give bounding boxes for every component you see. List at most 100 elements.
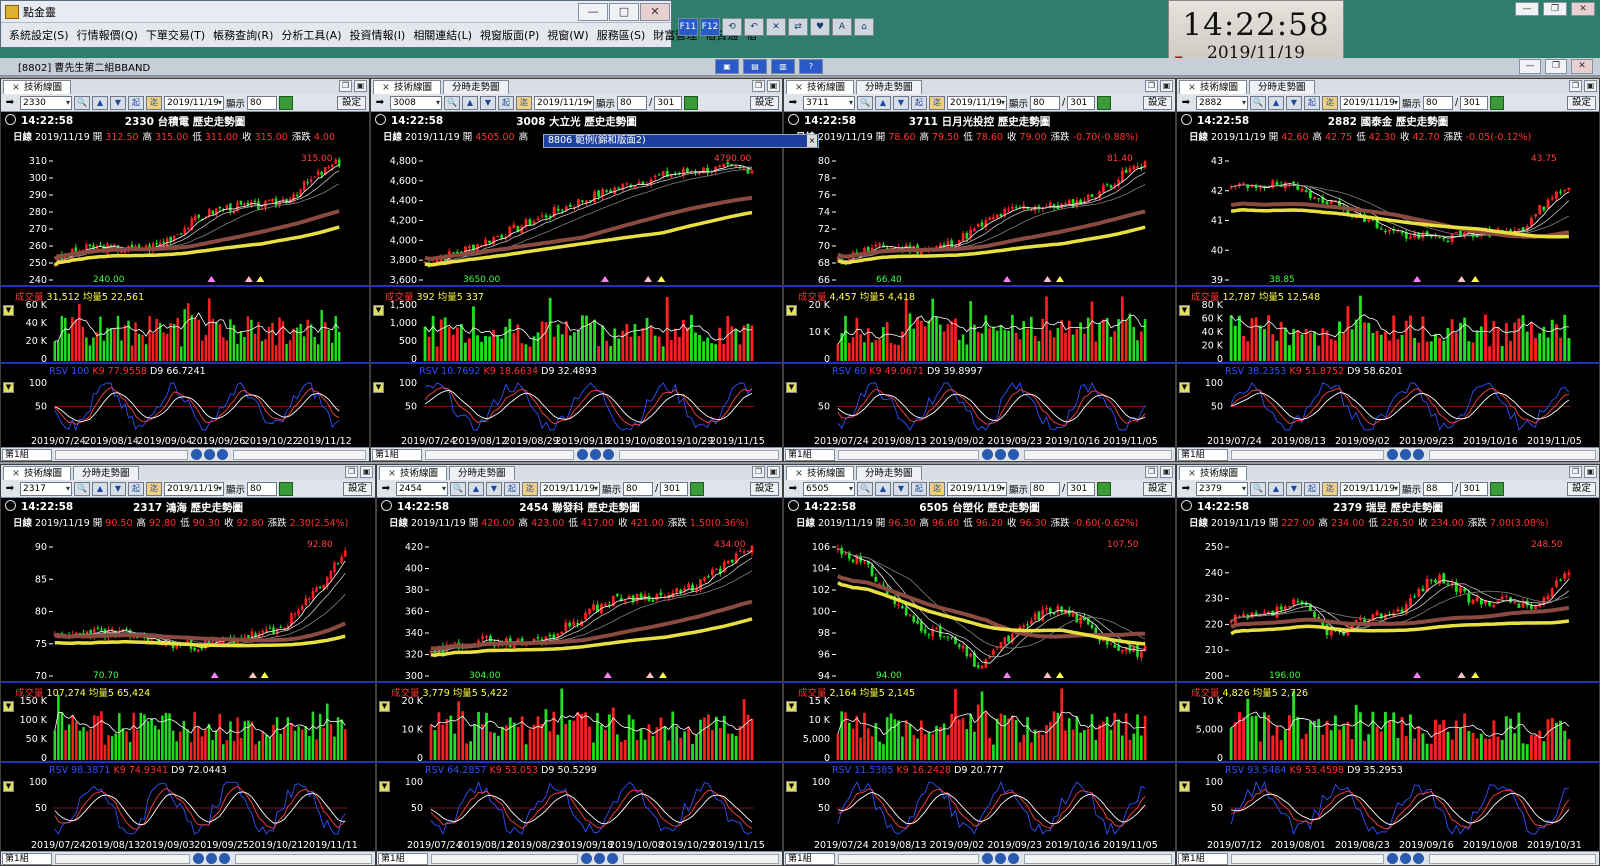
end-button[interactable]: 迄 <box>146 95 162 110</box>
range-scrollbar[interactable] <box>623 853 779 864</box>
menu-item[interactable]: 下單交易(T) <box>142 27 209 43</box>
stock-code-combo[interactable]: 6505 <box>803 481 855 496</box>
panel-close-icon[interactable]: ▣ <box>1160 466 1173 478</box>
link-arrow-icon[interactable]: ➡ <box>2 97 18 108</box>
start-button[interactable]: 起 <box>498 95 514 110</box>
close-button[interactable]: ✕ <box>640 2 670 21</box>
link-arrow-icon[interactable]: ➡ <box>1178 483 1194 494</box>
kd-menu-icon[interactable]: ▼ <box>786 382 797 393</box>
horizontal-scrollbar[interactable] <box>838 449 979 460</box>
volume-menu-icon[interactable]: ▼ <box>1179 701 1190 712</box>
menu-item[interactable]: 系統設定(S) <box>5 27 73 43</box>
minimize-button[interactable]: — <box>578 2 608 21</box>
settings-button[interactable]: 設定 <box>749 481 779 496</box>
panel-close-icon[interactable]: ▣ <box>1160 80 1173 92</box>
down-arrow-icon[interactable]: ▼ <box>110 481 126 496</box>
zoom-in-icon[interactable] <box>594 853 605 864</box>
end-button[interactable]: 迄 <box>929 95 945 110</box>
home-icon[interactable]: ⌂ <box>854 18 874 36</box>
settings-button[interactable]: 設定 <box>1142 95 1172 110</box>
link-arrow-icon[interactable]: ➡ <box>378 483 394 494</box>
link-arrow-icon[interactable]: ➡ <box>2 483 18 494</box>
excel-icon[interactable] <box>1490 95 1505 110</box>
menu-item[interactable]: 投資情報(I) <box>345 27 409 43</box>
down-arrow-icon[interactable]: ▼ <box>110 95 126 110</box>
end-button[interactable]: 迄 <box>929 481 945 496</box>
menu-item[interactable]: 帳務查詢(R) <box>209 27 277 43</box>
excel-icon[interactable] <box>279 481 294 496</box>
start-button[interactable]: 起 <box>128 95 144 110</box>
excel-icon[interactable] <box>279 95 294 110</box>
kd-menu-icon[interactable]: ▼ <box>3 781 14 792</box>
panel-restore-icon[interactable]: ❐ <box>752 466 765 478</box>
search-icon[interactable]: 🔍 <box>74 481 90 496</box>
stock-code-combo[interactable]: 3008 <box>390 95 442 110</box>
tab-intraday[interactable]: 分時走勢圖 <box>442 80 509 94</box>
start-button[interactable]: 起 <box>911 481 927 496</box>
end-button[interactable]: 迄 <box>1322 95 1338 110</box>
volume-menu-icon[interactable]: ▼ <box>786 305 797 316</box>
horizontal-scrollbar[interactable] <box>838 853 979 864</box>
up-arrow-icon[interactable]: ▲ <box>462 95 478 110</box>
start-button[interactable]: 起 <box>504 481 520 496</box>
settings-button[interactable]: 設定 <box>749 95 779 110</box>
display-count-field[interactable]: 80 <box>617 95 648 110</box>
start-button[interactable]: 起 <box>1304 95 1320 110</box>
zoom-in-icon[interactable] <box>995 449 1006 460</box>
panel-restore-icon[interactable]: ❐ <box>339 80 352 92</box>
close-all-icon[interactable]: ✕ <box>766 18 786 36</box>
panel-restore-icon[interactable]: ❐ <box>1569 80 1582 92</box>
undo-icon[interactable]: ↶ <box>744 18 764 36</box>
zoom-fit-icon[interactable] <box>982 853 993 864</box>
group-combo[interactable]: 第1組 <box>2 852 52 865</box>
volume-menu-icon[interactable]: ▼ <box>3 701 14 712</box>
panel-close-icon[interactable]: ▣ <box>767 80 780 92</box>
settings-button[interactable]: 設定 <box>1566 481 1596 496</box>
layout-a-icon[interactable]: ▣ <box>715 59 739 74</box>
stock-code-combo[interactable]: 2379 <box>1196 481 1248 496</box>
stock-code-combo[interactable]: 2330 <box>20 95 72 110</box>
zoom-fit-icon[interactable] <box>1387 853 1398 864</box>
total-count-field[interactable]: 301 <box>1460 95 1489 110</box>
date-combo[interactable]: 2019/11/19 <box>1340 481 1400 496</box>
date-combo[interactable]: 2019/11/19 <box>947 481 1007 496</box>
link-arrow-icon[interactable]: ➡ <box>785 483 801 494</box>
excel-icon[interactable] <box>1097 481 1112 496</box>
display-count-field[interactable]: 80 <box>1423 95 1454 110</box>
minimize-app-button[interactable]: — <box>1515 2 1539 16</box>
search-icon[interactable]: 🔍 <box>1250 95 1266 110</box>
search-icon[interactable]: 🔍 <box>857 95 873 110</box>
excel-icon[interactable] <box>1097 95 1112 110</box>
kd-menu-icon[interactable]: ▼ <box>1179 781 1190 792</box>
tab-technical[interactable]: 技術線圖 <box>379 466 447 480</box>
excel-icon[interactable] <box>1490 481 1505 496</box>
up-arrow-icon[interactable]: ▲ <box>1268 95 1284 110</box>
excel-icon[interactable] <box>690 481 705 496</box>
total-count-field[interactable]: 301 <box>654 95 683 110</box>
zoom-out-icon[interactable] <box>217 449 228 460</box>
end-button[interactable]: 迄 <box>516 95 532 110</box>
group-combo[interactable]: 第1組 <box>1178 448 1228 461</box>
panel-close-icon[interactable]: ▣ <box>360 466 373 478</box>
display-count-field[interactable]: 80 <box>623 481 654 496</box>
display-count-field[interactable]: 88 <box>1423 481 1454 496</box>
sync-icon[interactable]: ⇄ <box>788 18 808 36</box>
settings-button[interactable]: 設定 <box>1142 481 1172 496</box>
down-arrow-icon[interactable]: ▼ <box>893 481 909 496</box>
tab-intraday[interactable]: 分時走勢圖 <box>1248 80 1315 94</box>
up-arrow-icon[interactable]: ▲ <box>1268 481 1284 496</box>
horizontal-scrollbar[interactable] <box>55 449 188 460</box>
tab-technical[interactable]: 技術線圖 <box>3 466 71 480</box>
layout-restore-button[interactable]: ❐ <box>1545 59 1567 74</box>
restore-app-button[interactable]: ❐ <box>1543 2 1567 16</box>
start-button[interactable]: 起 <box>911 95 927 110</box>
horizontal-scrollbar[interactable] <box>1231 853 1384 864</box>
zoom-in-icon[interactable] <box>204 449 215 460</box>
panel-restore-icon[interactable]: ❐ <box>345 466 358 478</box>
close-app-button[interactable]: ✕ <box>1571 2 1595 16</box>
date-combo[interactable]: 2019/11/19 <box>947 95 1007 110</box>
range-scrollbar[interactable] <box>619 449 779 460</box>
up-arrow-icon[interactable]: ▲ <box>875 95 891 110</box>
settings-button[interactable]: 設定 <box>336 95 366 110</box>
start-button[interactable]: 起 <box>1304 481 1320 496</box>
